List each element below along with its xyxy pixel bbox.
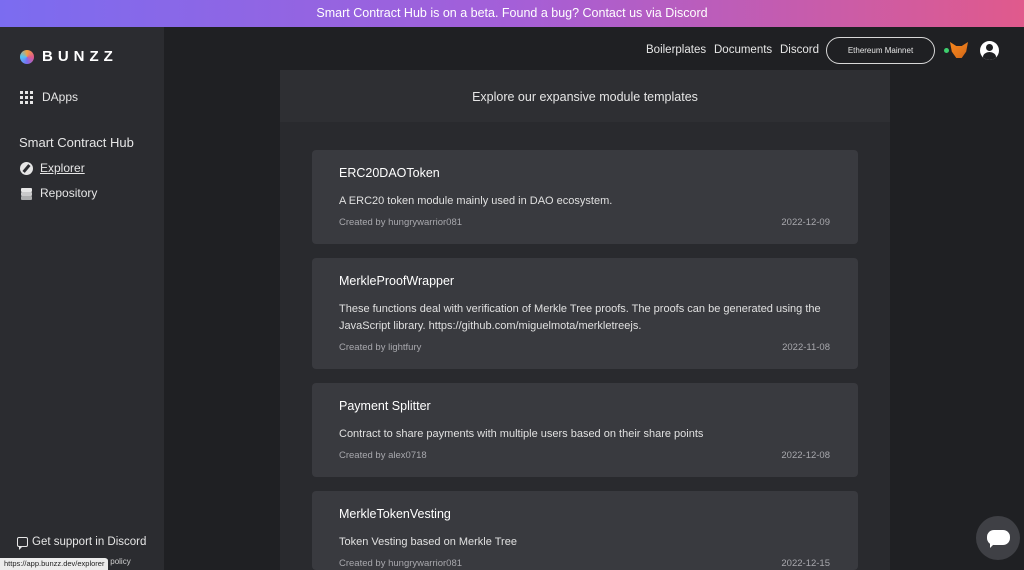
- top-navigation: Boilerplates Documents Discord Ethereum …: [0, 37, 1024, 64]
- card-description: A ERC20 token module mainly used in DAO …: [339, 195, 613, 207]
- compass-icon: [20, 161, 33, 175]
- sidebar-item-explorer[interactable]: Explorer: [20, 161, 85, 175]
- page-title: Explore our expansive module templates: [280, 70, 890, 122]
- beta-banner-text: Smart Contract Hub is on a beta. Found a…: [316, 6, 708, 20]
- card-description: Contract to share payments with multiple…: [339, 428, 704, 440]
- connected-status-dot: [944, 48, 949, 53]
- sidebar-item-label: Explorer: [40, 161, 85, 175]
- sidebar: BUNZZ DApps Smart Contract Hub Explorer …: [0, 27, 164, 570]
- support-label: Get support in Discord: [32, 536, 147, 548]
- card-author: Created by alex0718: [339, 450, 427, 461]
- module-card-merkleproofwrapper[interactable]: MerkleProofWrapper These functions deal …: [312, 258, 858, 369]
- support-discord-link[interactable]: Get support in Discord: [17, 536, 147, 550]
- metamask-fox-icon[interactable]: [950, 42, 968, 58]
- nav-link-boilerplates[interactable]: Boilerplates: [646, 44, 706, 56]
- card-title: ERC20DAOToken: [339, 166, 440, 180]
- user-icon[interactable]: [980, 41, 999, 60]
- card-title: MerkleTokenVesting: [339, 507, 451, 521]
- chat-icon: [17, 537, 28, 550]
- explorer-panel: Explore our expansive module templates E…: [280, 70, 890, 570]
- card-date: 2022-12-08: [781, 450, 830, 461]
- card-title: MerkleProofWrapper: [339, 274, 455, 288]
- beta-banner[interactable]: Smart Contract Hub is on a beta. Found a…: [0, 0, 1024, 27]
- card-title: Payment Splitter: [339, 399, 431, 413]
- network-selector-button[interactable]: Ethereum Mainnet: [826, 37, 935, 64]
- card-date: 2022-11-08: [782, 342, 830, 353]
- sidebar-item-repository[interactable]: Repository: [20, 186, 97, 200]
- card-date: 2022-12-09: [781, 217, 830, 228]
- module-card-merkletokenvesting[interactable]: MerkleTokenVesting Token Vesting based o…: [312, 491, 858, 570]
- sidebar-item-label: Repository: [40, 186, 98, 200]
- sidebar-item-label: DApps: [42, 90, 79, 104]
- card-author: Created by hungrywarrior081: [339, 217, 463, 228]
- chat-widget-button[interactable]: [976, 516, 1020, 560]
- module-card-payment-splitter[interactable]: Payment Splitter Contract to share payme…: [312, 383, 858, 477]
- card-date: 2022-12-15: [781, 558, 830, 569]
- sidebar-item-dapps[interactable]: DApps: [20, 90, 78, 104]
- module-card-erc20daotoken[interactable]: ERC20DAOToken A ERC20 token module mainl…: [312, 150, 858, 244]
- card-author: Created by hungrywarrior081: [339, 558, 463, 569]
- card-author: Created by lightfury: [339, 342, 422, 353]
- card-description: These functions deal with verification o…: [339, 303, 821, 332]
- nav-link-discord[interactable]: Discord: [780, 44, 819, 56]
- section-title-smart-contract-hub: Smart Contract Hub: [19, 135, 134, 150]
- nav-link-documents[interactable]: Documents: [714, 44, 772, 56]
- grid-icon: [20, 90, 33, 104]
- card-description: Token Vesting based on Merkle Tree: [339, 536, 517, 548]
- browser-status-url: https://app.bunzz.dev/explorer: [0, 558, 109, 570]
- layers-icon: [20, 187, 33, 200]
